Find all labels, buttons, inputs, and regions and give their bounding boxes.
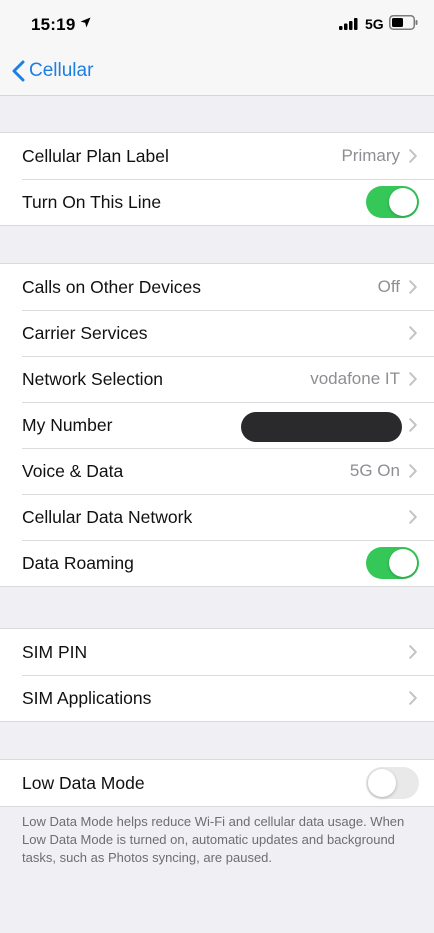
voice-data-row[interactable]: Voice & Data 5G On xyxy=(0,448,434,494)
turn-on-line-toggle[interactable] xyxy=(366,186,419,218)
network-selection-row[interactable]: Network Selection vodafone IT xyxy=(0,356,434,402)
status-time: 15:19 xyxy=(31,15,76,34)
sim-applications-row[interactable]: SIM Applications xyxy=(0,675,434,721)
signal-bars-icon xyxy=(339,18,358,30)
toggle-knob xyxy=(389,188,417,216)
chevron-right-icon xyxy=(409,510,417,524)
low-data-mode-toggle[interactable] xyxy=(366,767,419,799)
back-label: Cellular xyxy=(29,60,94,81)
row-value: Off xyxy=(377,277,400,296)
chevron-right-icon xyxy=(409,464,417,478)
chevron-right-icon xyxy=(409,645,417,659)
cellular-data-network-row[interactable]: Cellular Data Network xyxy=(0,494,434,540)
toggle-knob xyxy=(389,549,417,577)
back-button[interactable]: Cellular xyxy=(12,58,93,84)
row-label: Calls on Other Devices xyxy=(22,276,201,297)
status-bar: 15:19 5G xyxy=(0,0,434,48)
turn-on-line-row: Turn On This Line xyxy=(0,179,434,225)
row-label: Cellular Data Network xyxy=(22,506,193,527)
data-roaming-toggle[interactable] xyxy=(366,547,419,579)
carrier-services-row[interactable]: Carrier Services xyxy=(0,310,434,356)
toggle-knob xyxy=(368,769,396,797)
row-label: Cellular Plan Label xyxy=(22,145,169,166)
redacted-number xyxy=(241,412,402,442)
low-data-mode-description: Low Data Mode helps reduce Wi-Fi and cel… xyxy=(22,814,405,865)
row-value: Primary xyxy=(341,146,400,165)
row-label: Low Data Mode xyxy=(22,772,145,793)
sim-pin-row[interactable]: SIM PIN xyxy=(0,629,434,675)
chevron-right-icon xyxy=(409,691,417,705)
row-value: 5G On xyxy=(349,461,400,480)
battery-icon xyxy=(389,15,418,30)
chevron-right-icon xyxy=(409,149,417,163)
row-label: Carrier Services xyxy=(22,322,148,343)
row-label: Data Roaming xyxy=(22,552,134,573)
my-number-row[interactable]: My Number xyxy=(0,402,434,448)
row-label: SIM PIN xyxy=(22,641,88,662)
low-data-group: Low Data Mode xyxy=(0,759,434,807)
row-label: Turn On This Line xyxy=(22,191,162,212)
row-value: vodafone IT xyxy=(310,369,400,388)
cellular-plan-label-row[interactable]: Cellular Plan Label Primary xyxy=(0,133,434,179)
chevron-right-icon xyxy=(409,418,417,432)
chevron-right-icon xyxy=(409,372,417,386)
plan-group: Cellular Plan Label Primary Turn On This… xyxy=(0,132,434,226)
row-label: Voice & Data xyxy=(22,460,124,481)
row-label: SIM Applications xyxy=(22,687,152,708)
chevron-left-icon xyxy=(12,60,25,82)
row-label: My Number xyxy=(22,414,113,435)
location-arrow-icon xyxy=(80,17,91,28)
sim-group: SIM PIN SIM Applications xyxy=(0,628,434,722)
low-data-mode-row: Low Data Mode xyxy=(0,760,434,806)
navigation-bar: Cellular xyxy=(0,48,434,96)
network-type: 5G xyxy=(365,16,384,32)
chevron-right-icon xyxy=(409,280,417,294)
settings-group: Calls on Other Devices Off Carrier Servi… xyxy=(0,263,434,587)
chevron-right-icon xyxy=(409,326,417,340)
data-roaming-row: Data Roaming xyxy=(0,540,434,586)
calls-other-devices-row[interactable]: Calls on Other Devices Off xyxy=(0,264,434,310)
row-label: Network Selection xyxy=(22,368,164,389)
